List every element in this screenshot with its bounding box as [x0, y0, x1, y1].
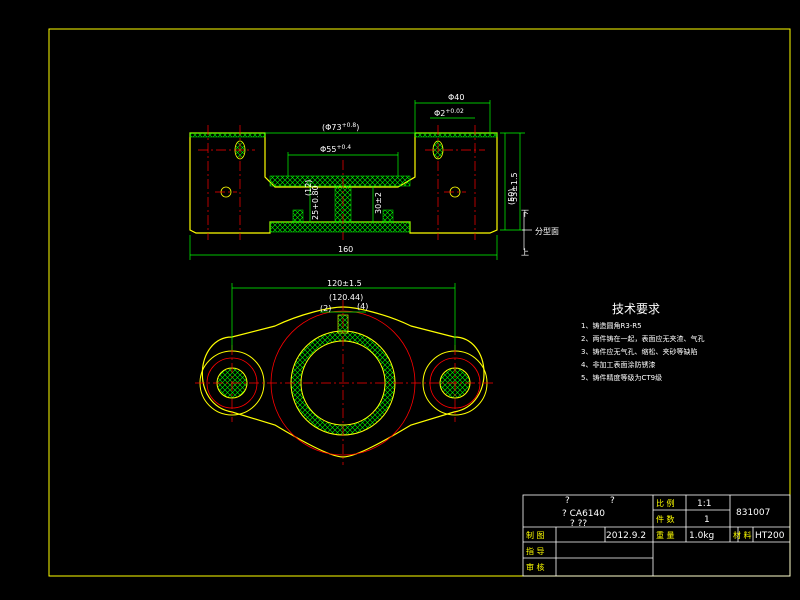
guide-label: 指 导	[526, 546, 545, 556]
tech-req-item: 5、铸件精度等级为CT9级	[581, 373, 662, 382]
dim-d55: Φ55+0.4	[320, 144, 351, 154]
dim-d2: Φ2+0.02	[434, 108, 464, 118]
weight-label: 重 量	[656, 530, 675, 540]
dim-web: (12)	[304, 180, 313, 196]
material-label: 材 料	[733, 530, 752, 540]
tech-req-item: 4、非加工表面涂防锈漆	[581, 360, 655, 369]
qty-value: 1	[704, 515, 710, 525]
material-value: HT200	[755, 531, 785, 541]
cad-drawing-canvas: Φ40 Φ2+0.02 (Φ73+0.8) Φ55+0.4 160 (50) 5…	[48, 28, 791, 577]
title-q3: ? ??	[570, 519, 587, 529]
review-label: 审 核	[526, 562, 545, 572]
drawn-label: 制 图	[526, 530, 545, 540]
tech-req-title: 技术要求	[612, 302, 660, 316]
upper-label: 上	[521, 248, 529, 257]
title-q1: ?	[565, 496, 570, 506]
date-value: 2012.9.2	[606, 531, 646, 541]
drawing-number: 831007	[736, 508, 770, 518]
dim-p4: (4)	[357, 302, 368, 311]
dim-w120: 120±1.5	[327, 279, 362, 288]
drawing-frame	[48, 28, 791, 577]
dim-d40: Φ40	[448, 93, 464, 102]
tech-req-item: 3、铸件应无气孔、缩松、夹砂等缺陷	[581, 347, 697, 356]
qty-label: 件 数	[656, 514, 675, 524]
dim-h53: 53±1.5	[510, 172, 519, 202]
title-q2: ?	[610, 496, 615, 506]
dim-h30: 30±2	[374, 192, 383, 214]
weight-value: 1.0kg	[689, 531, 714, 541]
lower-label: 下	[521, 209, 529, 218]
scale-value: 1:1	[697, 499, 711, 509]
scale-label: 比 例	[656, 498, 675, 508]
dim-w120b: (120.44)	[329, 293, 363, 302]
dim-p2: (2)	[320, 304, 331, 313]
dim-width-160: 160	[338, 245, 353, 254]
dim-d73: (Φ73+0.8)	[322, 122, 359, 132]
parting-label: 分型面	[535, 227, 559, 236]
top-view	[195, 283, 495, 465]
front-view	[189, 100, 532, 260]
part-name: ? CA6140	[562, 509, 605, 519]
tech-req-item: 2、两件铸在一起，表面应无夹渣、气孔	[581, 334, 704, 343]
tech-req-item: 1、铸造圆角R3-R5	[581, 321, 642, 330]
